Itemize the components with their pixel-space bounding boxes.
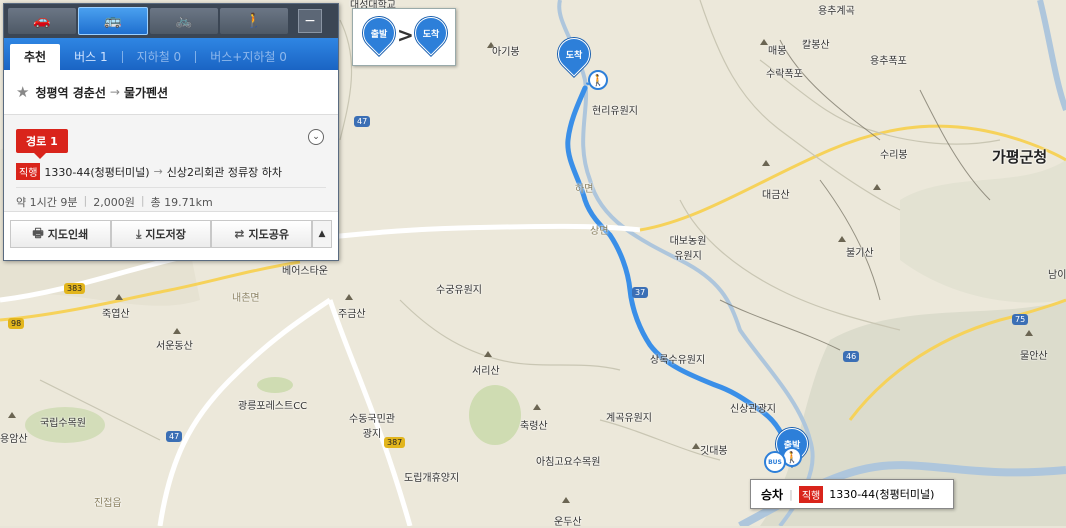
chevron-down-icon[interactable]: ⌄ bbox=[308, 129, 324, 145]
boarding-bus-number: 1330-44(청평터미널) bbox=[829, 488, 935, 501]
minimize-button[interactable]: − bbox=[298, 9, 322, 33]
map-label: 축령산 bbox=[520, 421, 548, 432]
map-label: 서운동산 bbox=[156, 341, 193, 352]
mode-walk[interactable]: 🚶 bbox=[220, 8, 288, 34]
car-icon: 🚗 bbox=[33, 13, 51, 29]
road-number: 47 bbox=[166, 431, 183, 442]
express-badge: 직행 bbox=[16, 163, 41, 180]
map-label: 계곡유원지 bbox=[606, 413, 652, 424]
route-type-tabs: 추천 버스 1 지하철 0 버스+지하철 0 bbox=[4, 38, 338, 70]
map-label: 매봉 bbox=[768, 46, 787, 57]
map-label: 남이 bbox=[1048, 270, 1066, 281]
map-label: 용추폭포 bbox=[870, 56, 907, 67]
tab-bus[interactable]: 버스 1 bbox=[60, 44, 122, 70]
map-label: 신상관광지 bbox=[730, 404, 776, 415]
map-label: 베어스타운 bbox=[282, 266, 328, 277]
map-label: 가평군청 bbox=[992, 148, 1048, 166]
download-icon: ⤓ bbox=[136, 226, 142, 241]
directions-panel: 🚗 🚌 🚲 🚶 − 추천 버스 1 지하철 0 버스+지하철 0 ★ 청평역 경… bbox=[3, 3, 339, 261]
road-number: 75 bbox=[1012, 314, 1029, 325]
distance: 총 19.71km bbox=[150, 196, 213, 209]
printer-icon: 🖶 bbox=[32, 225, 44, 240]
tab-recommended[interactable]: 추천 bbox=[10, 44, 61, 70]
save-map-button[interactable]: ⤓ 지도저장 bbox=[110, 220, 212, 248]
map-label: 광릉포레스트CC bbox=[238, 401, 308, 412]
map-label: 칼봉산 bbox=[802, 40, 830, 51]
map-label: 서리산 bbox=[472, 366, 500, 377]
mode-bicycle[interactable]: 🚲 bbox=[150, 8, 218, 34]
map-label: 죽엽산 bbox=[102, 309, 130, 320]
map-label: 진접읍 bbox=[94, 498, 122, 509]
road-number: 46 bbox=[843, 351, 860, 362]
bicycle-icon: 🚲 bbox=[175, 13, 193, 29]
bus-number: 1330-44(청평터미널) bbox=[44, 165, 150, 179]
route-badge: 경로 1 bbox=[16, 129, 68, 159]
road-number: 98 bbox=[8, 318, 25, 329]
route-stats: 약 1시간 9분 | 2,000원 | 총 19.71km bbox=[16, 187, 326, 210]
origin-name: 청평역 경춘선 bbox=[35, 85, 106, 100]
map-label: 수동국민관광지 bbox=[349, 414, 395, 440]
map-label: 상면 bbox=[590, 226, 609, 237]
map-label: 내촌면 bbox=[232, 293, 260, 304]
walk-icon: 🚶 bbox=[245, 13, 263, 29]
map-label: 수궁유원지 bbox=[436, 285, 482, 296]
road-number: 37 bbox=[632, 287, 649, 298]
route-option-card[interactable]: 경로 1 ⌄ 직행 1330-44(청평터미널) → 신상2리회관 정류장 하차… bbox=[4, 115, 338, 212]
map-label: 현리유원지 bbox=[592, 106, 638, 117]
alight-stop: 신상2리회관 정류장 하차 bbox=[166, 165, 282, 179]
legend-start-pin: 출발 bbox=[356, 10, 402, 56]
share-map-button[interactable]: ⇄ 지도공유 bbox=[211, 220, 313, 248]
map-label: 수리봉 bbox=[880, 150, 908, 161]
transport-mode-bar: 🚗 🚌 🚲 🚶 − bbox=[4, 4, 338, 38]
map-actions: 🖶 지도인쇄 ⤓ 지도저장 ⇄ 지도공유 ▲ bbox=[4, 212, 338, 248]
walk-icon: 🚶 bbox=[588, 70, 608, 90]
map-label: 도립개휴양지 bbox=[404, 473, 460, 484]
map-label: 대보농원유원지 bbox=[669, 236, 707, 262]
share-icon: ⇄ bbox=[234, 227, 245, 241]
map-label: 불기산 bbox=[846, 248, 874, 259]
map-label: 상록수유원지 bbox=[650, 355, 706, 366]
road-number: 383 bbox=[64, 283, 86, 294]
route-summary-title: ★ 청평역 경춘선 → 물가펜션 bbox=[4, 70, 338, 115]
route-step: 직행 1330-44(청평터미널) → 신상2리회관 정류장 하차 bbox=[16, 163, 282, 180]
map-label: 아기봉 bbox=[492, 47, 520, 58]
boarding-label: 승차 bbox=[761, 487, 784, 502]
map-label: 주금산 bbox=[338, 309, 366, 320]
map-label: 국립수목원 bbox=[40, 418, 86, 429]
print-map-button[interactable]: 🖶 지도인쇄 bbox=[10, 220, 111, 248]
road-number: 47 bbox=[354, 116, 371, 127]
star-icon[interactable]: ★ bbox=[16, 83, 29, 101]
map-label: 대금산 bbox=[762, 190, 790, 201]
map-label: 물안산 bbox=[1020, 351, 1048, 362]
fare: 2,000원 bbox=[93, 196, 135, 209]
map-label: 수락폭포 bbox=[766, 69, 803, 80]
destination-name: 물가펜션 bbox=[123, 85, 169, 100]
mode-car[interactable]: 🚗 bbox=[8, 8, 76, 34]
tab-bus-subway[interactable]: 버스+지하철 0 bbox=[196, 44, 301, 70]
tab-subway[interactable]: 지하철 0 bbox=[123, 44, 196, 70]
map-label: 용암산 bbox=[0, 434, 28, 445]
bus-stop-icon[interactable]: BUS bbox=[764, 451, 786, 473]
map-label: 용추계곡 bbox=[818, 6, 855, 17]
end-marker-label: 도착 bbox=[565, 50, 583, 61]
chevron-right-icon: > bbox=[397, 23, 414, 47]
map-label: 하면 bbox=[575, 184, 594, 195]
mode-transit[interactable]: 🚌 bbox=[78, 7, 148, 35]
start-end-legend: 출발 > 도착 bbox=[352, 8, 456, 66]
road-number: 387 bbox=[384, 437, 406, 448]
arrow-right-icon: → bbox=[153, 165, 163, 178]
map-label: 아침고요수목원 bbox=[536, 457, 601, 468]
boarding-info-popup[interactable]: 승차 | 직행 1330-44(청평터미널) bbox=[750, 479, 954, 509]
collapse-up-button[interactable]: ▲ bbox=[312, 220, 333, 248]
arrow-right-icon: → bbox=[109, 85, 120, 99]
express-badge: 직행 bbox=[798, 485, 824, 503]
legend-end-pin: 도착 bbox=[408, 10, 454, 56]
bus-icon: 🚌 bbox=[104, 13, 122, 29]
map-label: 깃대봉 bbox=[700, 446, 728, 457]
travel-time: 약 1시간 9분 bbox=[16, 196, 78, 209]
